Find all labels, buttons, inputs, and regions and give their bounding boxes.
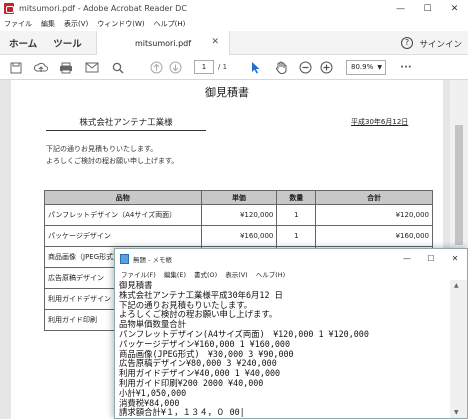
notepad-menu-file[interactable]: ファイル(F): [121, 269, 156, 279]
pdf-title: 御見積書: [205, 86, 249, 99]
prev-page-icon[interactable]: [148, 55, 164, 80]
cell-unit-price: ¥120,000: [200, 204, 278, 226]
notepad-scrollbar[interactable]: ▲ ▼: [450, 280, 467, 418]
cell-total: ¥120,000: [315, 204, 433, 226]
scrollbar-thumb[interactable]: [455, 125, 463, 245]
acrobat-app-icon: [4, 3, 14, 14]
close-button[interactable]: ✕: [441, 0, 468, 17]
tab-home[interactable]: ホーム: [9, 36, 37, 50]
notepad-title: 無題 - メモ帳: [133, 255, 172, 264]
signin-button[interactable]: サインイン: [419, 38, 462, 50]
table-row: パンフレットデザイン（A4サイズ両面） ¥120,000 1 ¥120,000: [44, 204, 433, 226]
help-icon[interactable]: ?: [401, 37, 413, 49]
tab-bar: ホーム ツール mitsumori.pdf ✕ ? サインイン: [0, 31, 468, 55]
notepad-title-bar: 無題 - メモ帳 — ☐ ✕: [115, 249, 467, 268]
tab-tools[interactable]: ツール: [53, 36, 82, 50]
notepad-maximize-button[interactable]: ☐: [419, 249, 443, 268]
notepad-app-icon: [120, 253, 129, 264]
chevron-down-icon: ▼: [377, 64, 382, 71]
header-quantity: 数量: [276, 190, 317, 205]
pdf-greeting-1: 下記の通りお見積もりいたします。: [46, 145, 158, 153]
header-item: 品物: [44, 190, 202, 205]
menu-edit[interactable]: 編集: [41, 19, 55, 29]
zoom-select[interactable]: 80.9% ▼: [346, 60, 386, 75]
close-tab-icon[interactable]: ✕: [211, 37, 219, 47]
document-tab-label: mitsumori.pdf: [134, 38, 192, 48]
next-page-icon[interactable]: [167, 55, 183, 80]
zoom-value: 80.9%: [351, 63, 374, 71]
select-cursor-icon[interactable]: [248, 55, 264, 80]
zoom-out-icon[interactable]: [297, 55, 313, 80]
header-unit-price: 単価: [200, 190, 278, 205]
scroll-up-icon[interactable]: ▲: [454, 282, 459, 289]
scroll-down-icon[interactable]: ▼: [454, 409, 459, 416]
pdf-company: 株式会社アンテナ工業様: [79, 118, 173, 128]
notepad-text-area[interactable]: 御見積書 株式会社アンテナ工業様平成30年6月12 日 下記の通りお見積もりいた…: [119, 281, 449, 419]
page-number-input[interactable]: 1: [194, 60, 214, 74]
cell-item: パッケージデザイン: [44, 225, 202, 247]
cell-unit-price: ¥160,000: [200, 225, 278, 247]
search-icon[interactable]: [110, 55, 126, 80]
cell-quantity: 1: [276, 225, 317, 247]
zoom-in-icon[interactable]: [318, 55, 334, 80]
save-icon[interactable]: [8, 55, 24, 80]
toolbar: 1 / 1 80.9% ▼ ···: [0, 55, 468, 80]
mail-icon[interactable]: [84, 55, 100, 80]
more-tools-icon[interactable]: ···: [398, 55, 414, 80]
menu-view[interactable]: 表示(V): [64, 19, 88, 29]
menu-window[interactable]: ウィンドウ(W): [97, 19, 144, 29]
minimize-button[interactable]: —: [387, 0, 414, 17]
table-header-row: 品物 単価 数量 合計: [44, 190, 433, 205]
cell-quantity: 1: [276, 204, 317, 226]
notepad-menu-edit[interactable]: 編集(E): [164, 269, 186, 279]
page-total: / 1: [218, 63, 228, 71]
menu-file[interactable]: ファイル: [4, 19, 32, 29]
menu-bar: ファイル 編集 表示(V) ウィンドウ(W) ヘルプ(H): [0, 17, 468, 31]
title-bar: mitsumori.pdf - Adobe Acrobat Reader DC …: [0, 0, 468, 17]
menu-help[interactable]: ヘルプ(H): [154, 19, 186, 29]
company-underline: [46, 130, 206, 131]
pdf-greeting-2: よろしくご検討の程お願い申し上げます。: [46, 157, 179, 165]
cell-item: パンフレットデザイン（A4サイズ両面）: [44, 204, 202, 226]
header-total: 合計: [315, 190, 433, 205]
notepad-menu-bar: ファイル(F) 編集(E) 書式(O) 表示(V) ヘルプ(H): [115, 268, 467, 280]
table-row: パッケージデザイン ¥160,000 1 ¥160,000: [44, 225, 433, 247]
notepad-menu-view[interactable]: 表示(V): [225, 269, 248, 279]
tab-document[interactable]: mitsumori.pdf ✕: [96, 31, 230, 55]
notepad-window: 無題 - メモ帳 — ☐ ✕ ファイル(F) 編集(E) 書式(O) 表示(V)…: [114, 248, 468, 419]
hand-tool-icon[interactable]: [272, 55, 290, 80]
maximize-button[interactable]: ☐: [414, 0, 441, 17]
notepad-close-button[interactable]: ✕: [443, 249, 467, 268]
pdf-date: 平成30年6月12日: [351, 118, 409, 126]
notepad-menu-help[interactable]: ヘルプ(H): [256, 269, 285, 279]
notepad-minimize-button[interactable]: —: [395, 249, 419, 268]
print-icon[interactable]: [58, 55, 74, 80]
window-title: mitsumori.pdf - Adobe Acrobat Reader DC: [19, 4, 187, 13]
notepad-menu-format[interactable]: 書式(O): [194, 269, 217, 279]
upload-cloud-icon[interactable]: [33, 55, 49, 80]
cell-total: ¥160,000: [315, 225, 433, 247]
